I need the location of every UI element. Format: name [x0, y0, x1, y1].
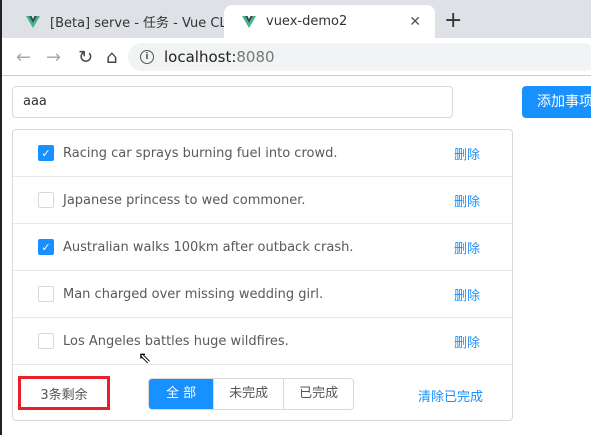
checkbox[interactable] [38, 333, 54, 349]
remaining-count: 3条剩余 [18, 376, 110, 410]
tab-bar: [Beta] serve - 任务 - Vue CLI ✕ vuex-demo2… [2, 0, 591, 38]
close-tab-icon[interactable]: ✕ [409, 14, 421, 30]
item-text: Australian walks 100km after outback cra… [63, 239, 354, 255]
list-item: Man charged over missing wedding girl. 删除 [13, 271, 512, 318]
checkbox[interactable] [38, 192, 54, 208]
todo-list: ✓ Racing car sprays burning fuel into cro… [12, 129, 513, 421]
home-icon[interactable]: ⌂ [106, 47, 117, 68]
delete-link[interactable]: 删除 [454, 144, 480, 163]
delete-link[interactable]: 删除 [454, 238, 480, 257]
clear-completed-link[interactable]: 清除已完成 [418, 386, 483, 405]
item-text: Racing car sprays burning fuel into crow… [63, 145, 338, 161]
url-field[interactable]: i localhost: 8080 [128, 43, 591, 71]
filter-all[interactable]: 全 部 [149, 379, 214, 409]
list-item: Japanese princess to wed commoner. 删除 [13, 177, 512, 224]
url-host: localhost: [164, 48, 237, 66]
vue-logo-icon [26, 15, 40, 28]
item-text: Japanese princess to wed commoner. [63, 192, 306, 208]
list-item: ✓ Racing car sprays burning fuel into cro… [13, 130, 512, 177]
list-item: ✓ Australian walks 100km after outback cr… [13, 224, 512, 271]
list-item: Los Angeles battles huge wildfires. 删除 [13, 318, 512, 365]
forward-icon[interactable]: → [46, 47, 61, 68]
delete-link[interactable]: 删除 [454, 285, 480, 304]
address-bar: ← → ↻ ⌂ i localhost: 8080 [2, 38, 591, 76]
mouse-cursor-icon: ⇖ [138, 348, 152, 367]
info-icon[interactable]: i [140, 50, 154, 64]
url-port: 8080 [236, 48, 275, 66]
todo-input[interactable]: aaa [12, 86, 453, 118]
back-icon[interactable]: ← [16, 47, 31, 68]
checkbox[interactable]: ✓ [38, 239, 54, 255]
vue-logo-icon [242, 15, 256, 28]
tab-vuex-demo2[interactable]: vuex-demo2 ✕ [224, 5, 435, 38]
tab-vue-cli[interactable]: [Beta] serve - 任务 - Vue CLI ✕ [8, 5, 252, 38]
item-text: Man charged over missing wedding girl. [63, 286, 324, 302]
filter-done[interactable]: 已完成 [283, 379, 353, 409]
reload-icon[interactable]: ↻ [78, 47, 93, 68]
delete-link[interactable]: 删除 [454, 332, 480, 351]
list-footer: 3条剩余 全 部 未完成 已完成 清除已完成 [13, 366, 512, 421]
checkbox[interactable] [38, 286, 54, 302]
delete-link[interactable]: 删除 [454, 191, 480, 210]
new-tab-icon[interactable]: + [444, 8, 462, 33]
tab-title: vuex-demo2 [266, 14, 348, 29]
filter-group: 全 部 未完成 已完成 [148, 378, 355, 410]
item-text: Los Angeles battles huge wildfires. [63, 333, 289, 349]
filter-active[interactable]: 未完成 [213, 379, 283, 409]
tab-title: [Beta] serve - 任务 - Vue CLI [50, 16, 231, 31]
checkbox[interactable]: ✓ [38, 145, 54, 161]
add-item-button[interactable]: 添加事项 [522, 86, 591, 118]
